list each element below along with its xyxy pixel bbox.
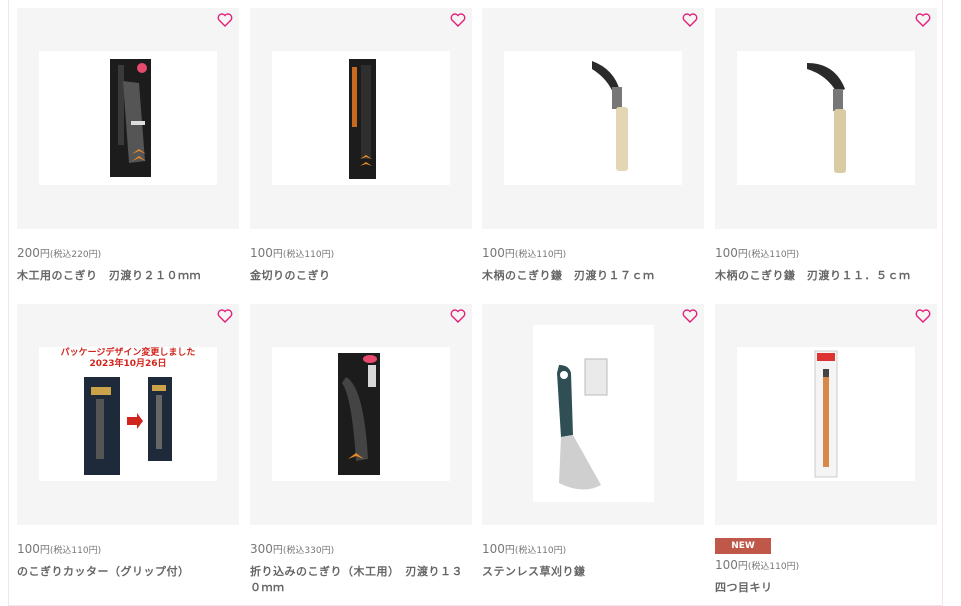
- product-image-area[interactable]: [250, 8, 472, 229]
- product-name[interactable]: のこぎりカッター（グリップ付）: [17, 564, 239, 580]
- product-card[interactable]: 100円(税込110円) 金切りのこぎり: [250, 8, 472, 282]
- new-badge: NEW: [715, 538, 771, 554]
- product-image-area[interactable]: [17, 8, 239, 229]
- favorite-heart-icon[interactable]: [915, 308, 931, 324]
- folding-saw-package-icon: [338, 353, 380, 475]
- product-image[interactable]: [533, 325, 654, 502]
- product-image[interactable]: [272, 51, 450, 185]
- stainless-sickle-icon: [557, 358, 608, 490]
- favorite-heart-icon[interactable]: [682, 12, 698, 28]
- product-price: 100円(税込110円): [715, 246, 800, 260]
- favorite-heart-icon[interactable]: [217, 308, 233, 324]
- product-image-area[interactable]: [482, 304, 704, 525]
- product-image-area[interactable]: [482, 8, 704, 229]
- product-image[interactable]: [272, 347, 450, 481]
- product-name[interactable]: 木柄のこぎり鎌 刃渡り１７ｃｍ: [482, 268, 704, 284]
- product-price: 200円(税込220円): [17, 246, 102, 260]
- product-image[interactable]: [737, 347, 915, 481]
- product-price: 100円(税込110円): [482, 246, 567, 260]
- metal-saw-package-icon: [349, 59, 376, 179]
- sickle-icon: [592, 61, 628, 171]
- favorite-heart-icon[interactable]: [450, 308, 466, 324]
- product-image-area[interactable]: [715, 8, 937, 229]
- favorite-heart-icon[interactable]: [217, 12, 233, 28]
- product-name[interactable]: 木柄のこぎり鎌 刃渡り１１．５ｃｍ: [715, 268, 937, 284]
- product-name[interactable]: ステンレス草刈り鎌: [482, 564, 704, 580]
- product-price: 100円(税込110円): [482, 542, 567, 556]
- product-price: 100円(税込110円): [250, 246, 335, 260]
- favorite-heart-icon[interactable]: [682, 308, 698, 324]
- product-price: 100円(税込110円): [715, 558, 800, 572]
- favorite-heart-icon[interactable]: [915, 12, 931, 28]
- product-image[interactable]: [39, 51, 217, 185]
- product-card[interactable]: 100円(税込110円) 木柄のこぎり鎌 刃渡り１７ｃｍ: [482, 8, 704, 282]
- product-card[interactable]: NEW 100円(税込110円) 四つ目キリ: [715, 304, 937, 594]
- product-image[interactable]: [504, 51, 682, 185]
- product-image[interactable]: パッケージデザイン変更しました 2023年10月26日: [39, 347, 217, 481]
- product-price: 300円(税込330円): [250, 542, 335, 556]
- product-image[interactable]: [737, 51, 915, 185]
- product-name[interactable]: 金切りのこぎり: [250, 268, 472, 284]
- package-change-notice: パッケージデザイン変更しました 2023年10月26日: [60, 348, 196, 369]
- product-card[interactable]: 200円(税込220円) 木工用のこぎり 刃渡り２１０ｍｍ: [17, 8, 239, 282]
- woodwork-saw-package-icon: [110, 59, 151, 177]
- awl-package-icon: [814, 350, 838, 478]
- product-image-area[interactable]: [715, 304, 937, 525]
- product-card[interactable]: 100円(税込110円) ステンレス草刈り鎌: [482, 304, 704, 578]
- sickle-icon: [807, 63, 846, 173]
- product-name[interactable]: 四つ目キリ: [715, 580, 937, 596]
- product-image-area[interactable]: [250, 304, 472, 525]
- product-name[interactable]: 木工用のこぎり 刃渡り２１０ｍｍ: [17, 268, 239, 284]
- favorite-heart-icon[interactable]: [450, 12, 466, 28]
- product-card[interactable]: パッケージデザイン変更しました 2023年10月26日 100円(税込110円)…: [17, 304, 239, 578]
- product-name[interactable]: 折り込みのこぎり（木工用） 刃渡り１３０ｍｍ: [250, 564, 472, 596]
- product-image-area[interactable]: パッケージデザイン変更しました 2023年10月26日: [17, 304, 239, 525]
- product-card[interactable]: 300円(税込330円) 折り込みのこぎり（木工用） 刃渡り１３０ｍｍ: [250, 304, 472, 594]
- product-card[interactable]: 100円(税込110円) 木柄のこぎり鎌 刃渡り１１．５ｃｍ: [715, 8, 937, 282]
- product-price: 100円(税込110円): [17, 542, 102, 556]
